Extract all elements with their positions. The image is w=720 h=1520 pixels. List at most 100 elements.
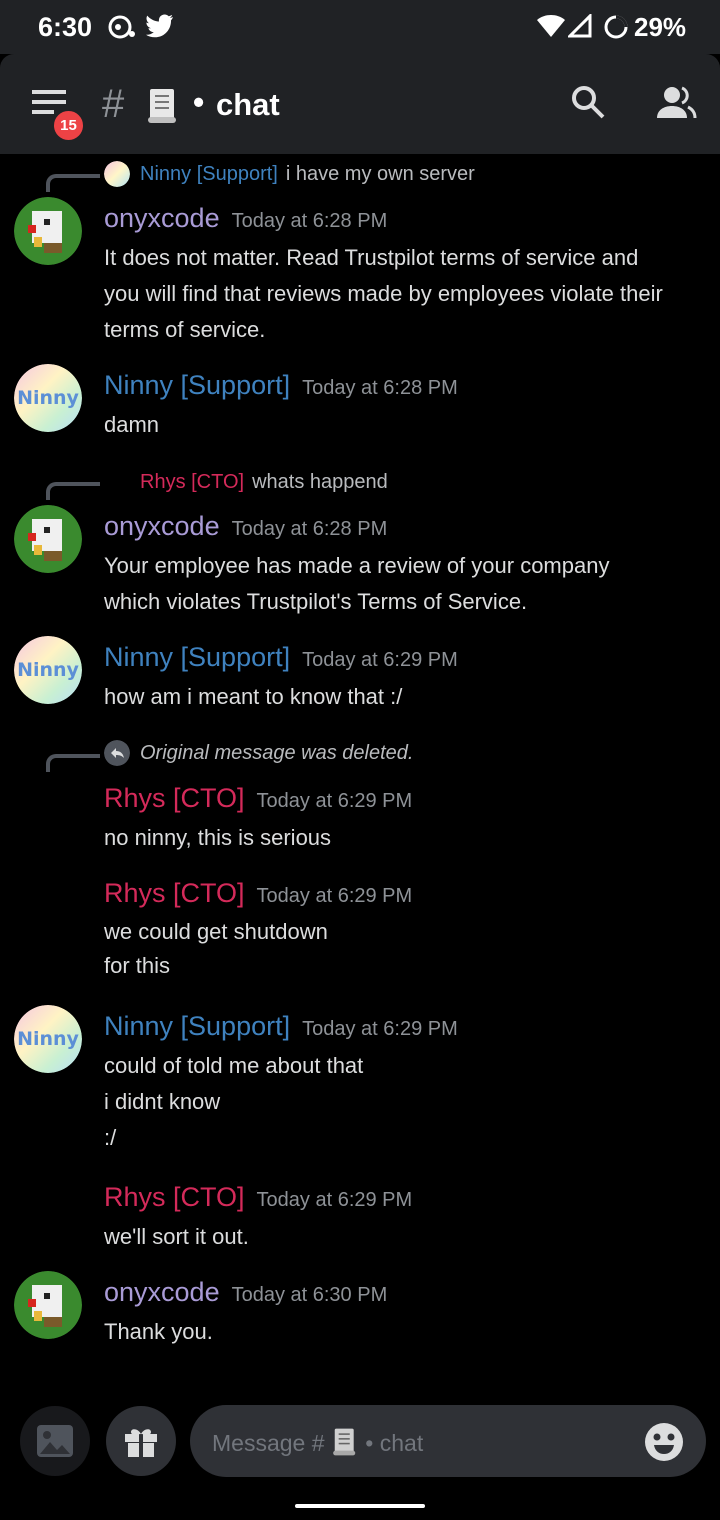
notification-icon (108, 14, 136, 45)
channel-name: chat (216, 87, 280, 122)
reply-text: i have my own server (285, 162, 475, 185)
message-header: Rhys [CTO] Today at 6:29 PM (104, 1182, 412, 1213)
timestamp: Today at 6:29 PM (302, 1018, 458, 1040)
home-indicator[interactable] (295, 1504, 425, 1508)
onyxcode-avatar[interactable] (14, 505, 82, 573)
author-name[interactable]: Rhys [CTO] (104, 1182, 245, 1212)
placeholder-dot: • (365, 1430, 374, 1456)
message-header: Rhys [CTO] Today at 6:29 PM (104, 783, 412, 814)
timestamp: Today at 6:29 PM (256, 885, 413, 907)
image-icon (37, 1425, 73, 1457)
ninny-avatar[interactable]: Ninny (14, 1005, 82, 1073)
rhys-avatar[interactable] (14, 1176, 82, 1244)
reply-preview: Original message was deleted. (104, 740, 413, 766)
message-content: no ninny, this is serious (104, 825, 332, 850)
ninny-avatar-icon: Ninny (14, 364, 82, 432)
message-content: damn (104, 412, 160, 437)
timestamp: Today at 6:28 PM (231, 210, 388, 232)
message-content: It does not matter. Read Trustpilot term… (104, 245, 663, 342)
rhys-avatar[interactable] (14, 872, 82, 940)
author-name[interactable]: onyxcode (104, 511, 220, 541)
message-content: we'll sort it out. (104, 1224, 249, 1249)
ninny-avatar-icon: Ninny (14, 1005, 82, 1073)
ninny-avatar-small (104, 161, 130, 187)
author-name[interactable]: Ninny [Support] (104, 1011, 290, 1041)
scroll-emoji-icon (146, 87, 180, 130)
message-header: onyxcode Today at 6:30 PM (104, 1277, 387, 1308)
timestamp: Today at 6:29 PM (302, 649, 458, 671)
chicken-avatar-icon (14, 1271, 82, 1339)
unread-badge: 15 (52, 109, 85, 142)
reply-connector (46, 482, 100, 500)
reply-text: Original message was deleted. (140, 741, 414, 764)
message-header: Rhys [CTO] Today at 6:29 PM (104, 878, 412, 909)
timestamp: Today at 6:28 PM (231, 518, 388, 540)
members-icon (657, 86, 697, 119)
emoji-button[interactable] (644, 1422, 684, 1467)
svg-text:Ninny: Ninny (17, 1028, 79, 1050)
ninny-avatar-icon: Ninny (14, 636, 82, 704)
message-list[interactable]: Ninny [Support] i have my own server ony… (0, 154, 720, 1394)
reply-arrow-icon (104, 740, 130, 766)
channel-dot: • (193, 84, 205, 120)
message-header: Ninny [Support] Today at 6:28 PM (104, 370, 458, 401)
svg-text:Ninny: Ninny (17, 387, 79, 409)
message-content: Your employee has made a review of your … (104, 553, 610, 614)
chicken-avatar-icon (14, 505, 82, 573)
author-name[interactable]: Rhys [CTO] (104, 878, 245, 908)
members-button[interactable] (655, 86, 697, 125)
rhys-avatar-small (104, 469, 130, 495)
message-content: Thank you. (104, 1319, 213, 1344)
reply-preview[interactable]: Rhys [CTO] whats happend (104, 469, 388, 495)
ninny-avatar[interactable]: Ninny (14, 636, 82, 704)
chicken-avatar-icon (14, 197, 82, 265)
timestamp: Today at 6:30 PM (231, 1284, 388, 1306)
channel-header: 15 # • chat (0, 54, 720, 154)
timestamp: Today at 6:28 PM (302, 377, 458, 399)
search-button[interactable] (570, 84, 606, 125)
author-name[interactable]: Ninny [Support] (104, 642, 290, 672)
scroll-emoji-icon (333, 1428, 356, 1456)
search-icon (572, 86, 605, 119)
message-header: onyxcode Today at 6:28 PM (104, 203, 387, 234)
reply-connector (46, 754, 100, 772)
signal-icon (566, 12, 592, 43)
author-name[interactable]: onyxcode (104, 203, 220, 233)
svg-text:Ninny: Ninny (17, 659, 79, 681)
message-composer: Message # • chat (0, 1394, 720, 1494)
channel-hash-icon: # (102, 82, 125, 126)
message-placeholder: Message # • chat (212, 1427, 423, 1457)
reply-text: whats happend (252, 470, 388, 493)
rhys-avatar[interactable] (14, 777, 82, 845)
placeholder-prefix: Message # (212, 1430, 325, 1456)
reply-author[interactable]: Ninny [Support] (140, 163, 278, 186)
onyxcode-avatar[interactable] (14, 197, 82, 265)
gift-button[interactable] (106, 1406, 176, 1476)
gift-icon (125, 1429, 157, 1457)
author-name[interactable]: onyxcode (104, 1277, 220, 1307)
message-content: could of told me about that i didnt know… (104, 1053, 364, 1150)
status-bar: 6:30 29% (0, 0, 720, 54)
gallery-button[interactable] (20, 1406, 90, 1476)
message-content: how am i meant to know that :/ (104, 684, 403, 709)
timestamp: Today at 6:29 PM (256, 790, 413, 812)
author-name[interactable]: Rhys [CTO] (104, 783, 245, 813)
reply-preview[interactable]: Ninny [Support] i have my own server (104, 161, 475, 187)
message-header: Ninny [Support] Today at 6:29 PM (104, 1011, 458, 1042)
smiley-icon (645, 1423, 683, 1461)
reply-connector (46, 174, 100, 192)
message-content: we could get shutdown for this (104, 919, 328, 978)
reply-author[interactable]: Rhys [CTO] (140, 471, 244, 494)
timestamp: Today at 6:29 PM (256, 1189, 413, 1211)
battery-level: 29% (634, 12, 687, 42)
onyxcode-avatar[interactable] (14, 1271, 82, 1339)
message-header: Ninny [Support] Today at 6:29 PM (104, 642, 458, 673)
status-time: 6:30 (38, 12, 93, 42)
wifi-icon (537, 14, 565, 43)
twitter-icon (146, 14, 174, 43)
battery-saver-icon (603, 14, 629, 45)
ninny-avatar[interactable]: Ninny (14, 364, 82, 432)
message-header: onyxcode Today at 6:28 PM (104, 511, 387, 542)
author-name[interactable]: Ninny [Support] (104, 370, 290, 400)
placeholder-channel: chat (379, 1430, 424, 1456)
